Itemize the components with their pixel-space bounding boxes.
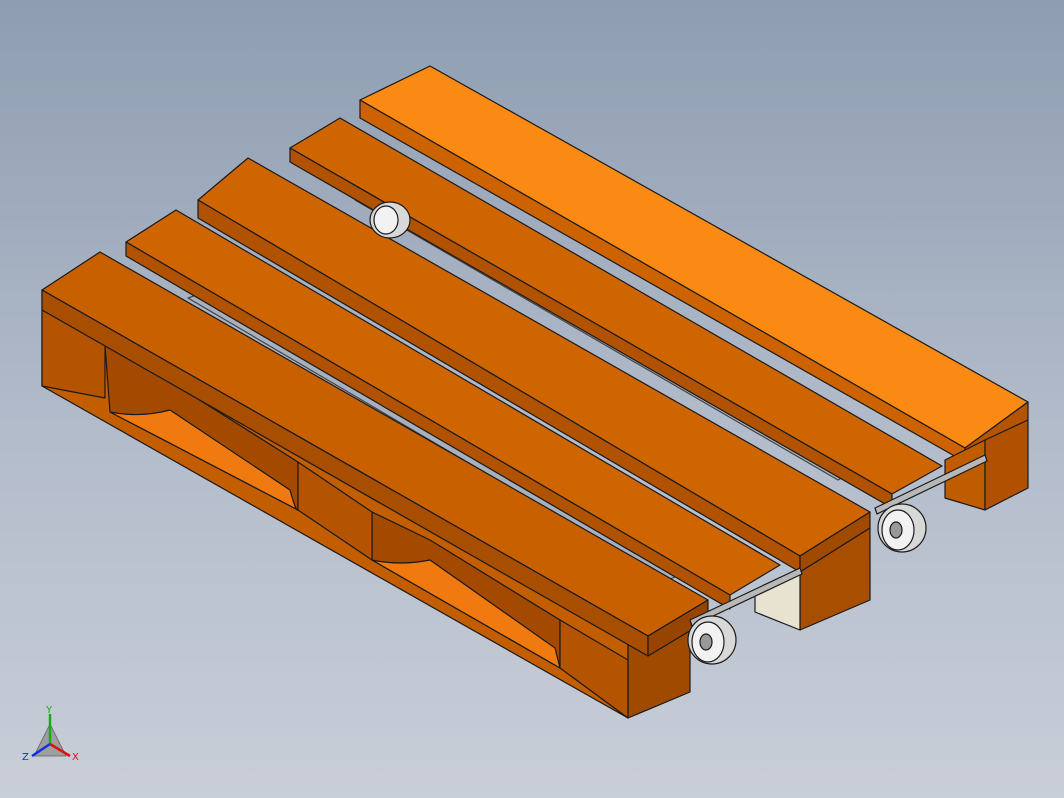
wheel-back[interactable] bbox=[877, 503, 927, 553]
z-axis-label: Z bbox=[22, 752, 29, 763]
graphics-viewport[interactable]: Y X Z bbox=[0, 0, 1064, 798]
x-axis-label: X bbox=[72, 752, 79, 763]
y-axis-label: Y bbox=[45, 705, 53, 716]
orientation-triad[interactable]: Y X Z bbox=[22, 705, 79, 763]
pallet-model-view[interactable]: Y X Z bbox=[0, 0, 1064, 798]
wheel-hidden[interactable] bbox=[369, 201, 411, 239]
wheel-front[interactable] bbox=[687, 615, 737, 665]
